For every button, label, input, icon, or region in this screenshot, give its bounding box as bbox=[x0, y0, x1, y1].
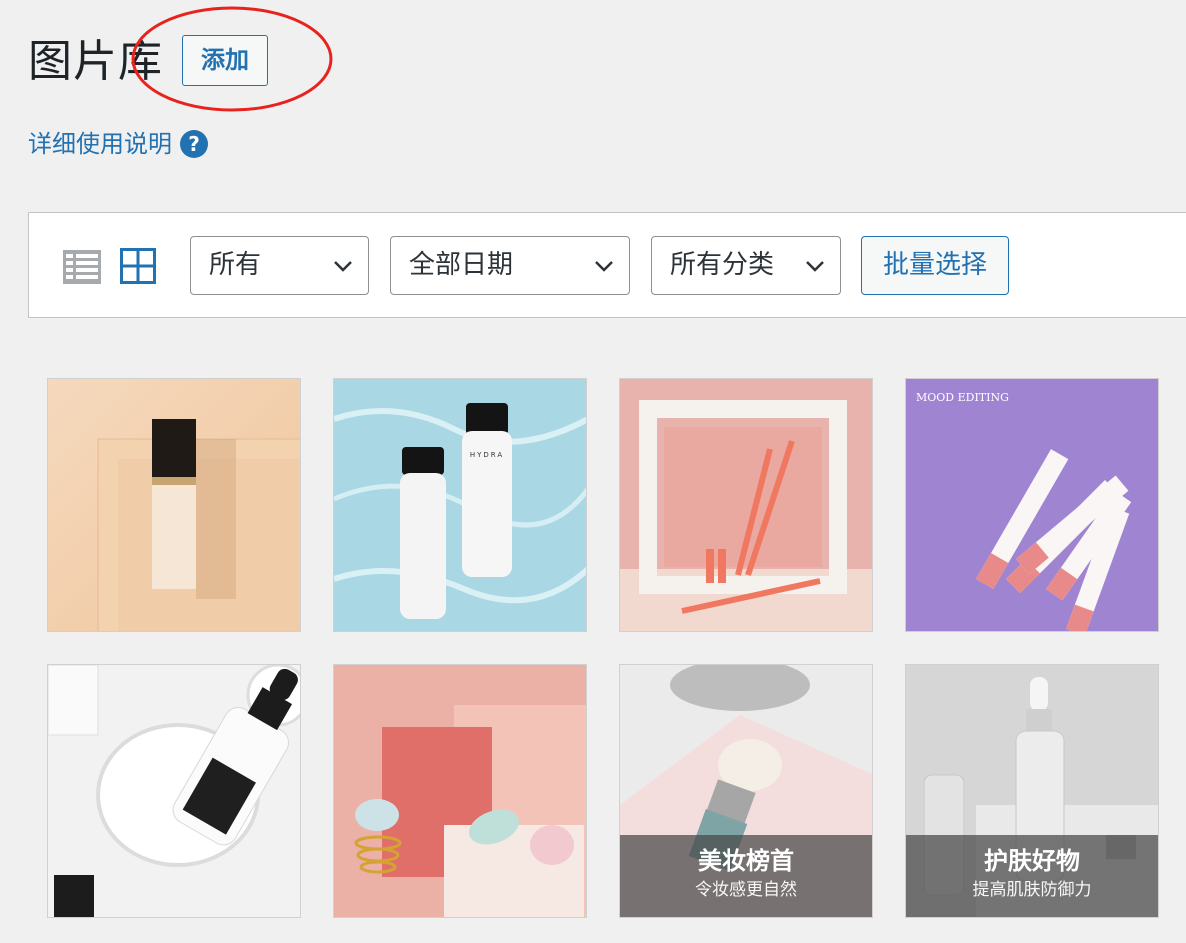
chevron-down-icon bbox=[334, 261, 352, 272]
question-circle-icon[interactable]: ? bbox=[180, 130, 208, 158]
lip-gloss-image: MOOD EDITING bbox=[906, 379, 1158, 631]
media-item-lip-pencils[interactable] bbox=[619, 378, 873, 632]
grid-view-icon[interactable] bbox=[120, 248, 156, 284]
image-caption: 美妆榜首 令妆感更自然 bbox=[620, 835, 872, 917]
media-item-skincare-dropper[interactable]: 护肤好物 提高肌肤防御力 bbox=[905, 664, 1159, 918]
image-caption: 护肤好物 提高肌肤防御力 bbox=[906, 835, 1158, 917]
media-item-makeup-brush[interactable]: 美妆榜首 令妆感更自然 bbox=[619, 664, 873, 918]
type-filter-select[interactable]: 所有 bbox=[190, 236, 369, 295]
category-filter-select[interactable]: 所有分类 bbox=[651, 236, 841, 295]
caption-title: 美妆榜首 bbox=[698, 847, 794, 875]
caption-title: 护肤好物 bbox=[984, 847, 1080, 875]
date-filter-select[interactable]: 全部日期 bbox=[390, 236, 630, 295]
lip-pencils-image bbox=[620, 379, 872, 631]
hydra-image: HYDRA bbox=[334, 379, 586, 631]
type-filter-value: 所有 bbox=[209, 250, 262, 280]
bulk-select-button[interactable]: 批量选择 bbox=[861, 236, 1009, 295]
category-filter-value: 所有分类 bbox=[670, 250, 775, 280]
help-link[interactable]: 详细使用说明 ? bbox=[28, 126, 208, 162]
help-link-label: 详细使用说明 bbox=[28, 130, 172, 158]
media-toolbar: 所有 全部日期 所有分类 批量选择 bbox=[28, 212, 1186, 318]
beauty-sponges-image bbox=[334, 665, 586, 917]
chevron-down-icon bbox=[806, 261, 824, 272]
media-item-beauty-sponges[interactable] bbox=[333, 664, 587, 918]
media-item-peptide-serum[interactable] bbox=[47, 664, 301, 918]
peptide-serum-image bbox=[48, 665, 300, 917]
list-view-icon[interactable] bbox=[63, 250, 101, 284]
media-item-foundation-bottle[interactable] bbox=[47, 378, 301, 632]
date-filter-value: 全部日期 bbox=[409, 250, 514, 280]
caption-subtitle: 提高肌肤防御力 bbox=[972, 880, 1092, 900]
caption-subtitle: 令妆感更自然 bbox=[695, 880, 797, 900]
annotation-circle bbox=[131, 6, 333, 112]
chevron-down-icon bbox=[595, 261, 613, 272]
media-item-hydra-bottles[interactable]: HYDRA bbox=[333, 378, 587, 632]
brand-text: MOOD EDITING bbox=[916, 391, 1009, 404]
media-item-lip-gloss[interactable]: MOOD EDITING bbox=[905, 378, 1159, 632]
foundation-image bbox=[48, 379, 300, 631]
svg-text:HYDRA: HYDRA bbox=[470, 451, 504, 459]
